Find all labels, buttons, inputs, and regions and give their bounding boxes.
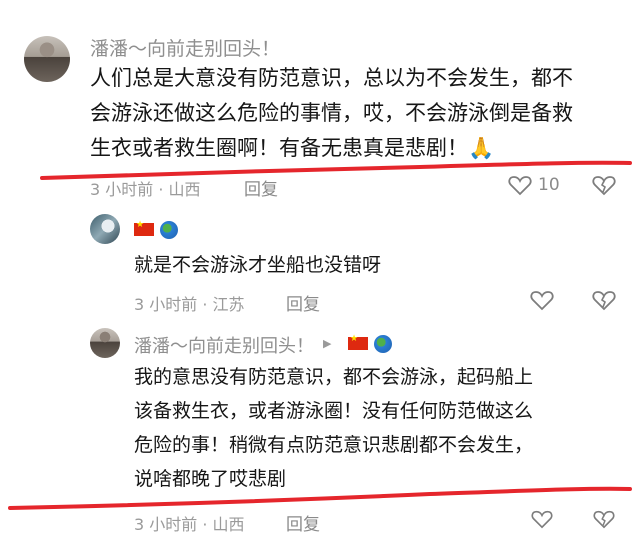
username[interactable]: 潘潘～向前走别回头！ (90, 34, 280, 61)
reply-text: 就是不会游泳才坐船也没错呀 (134, 254, 382, 276)
dislike-heart-icon[interactable] (592, 289, 616, 311)
timestamp: 3 小时前 (134, 515, 198, 534)
location: 江苏 (212, 295, 245, 314)
reply-button[interactable]: 回复 (286, 510, 320, 535)
timestamp: 3 小时前 (134, 295, 198, 314)
comment-text-line-1: 人们总是大意没有防范意识，总以为不会发生，都不 (90, 66, 573, 90)
heart-icon[interactable] (530, 289, 554, 311)
avatar[interactable] (90, 328, 120, 358)
flag-china-icon (348, 334, 368, 350)
dislike-heart-icon[interactable] (592, 509, 616, 529)
avatar[interactable] (24, 36, 70, 82)
location: 山西 (212, 515, 245, 534)
heart-icon[interactable] (530, 509, 554, 529)
caret-right-icon: ▶ (323, 337, 332, 350)
reply-text-line-3: 危险的事！稍微有点防范意识悲剧都不会发生， (134, 434, 534, 456)
globe-icon (160, 220, 178, 239)
reply-text-line-1: 我的意思没有防范意识，都不会游泳，起码船上 (134, 366, 534, 388)
reply-text-line-2: 该备救生衣，或者游泳圈！没有任何防范做这么 (134, 400, 534, 422)
red-underline-annotation (40, 160, 632, 180)
globe-icon (374, 334, 392, 353)
comment-meta: 3 小时前 · 山西 (134, 515, 245, 534)
reply-button[interactable]: 回复 (286, 290, 320, 315)
avatar[interactable] (90, 214, 120, 244)
user-badges (134, 219, 178, 239)
username[interactable]: 潘潘～向前走别回头！ (134, 332, 314, 358)
comment-meta: 3 小时前 · 江苏 (134, 295, 245, 314)
flag-china-icon (134, 220, 154, 236)
comment-text-line-2: 会游泳还做这么危险的事情，哎，不会游泳倒是备救 (90, 101, 573, 125)
user-badges (348, 333, 392, 353)
